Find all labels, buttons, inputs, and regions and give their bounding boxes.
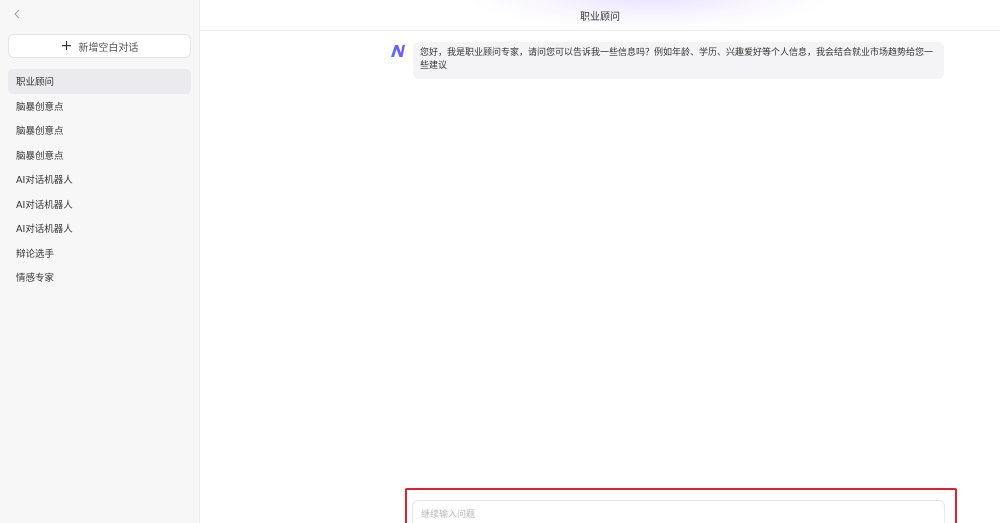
message-text: 您好，我是职业顾问专家，请问您可以告诉我一些信息吗？例如年龄、学历、兴趣爱好等个… xyxy=(413,42,944,79)
conversation-item[interactable]: 职业顾问 xyxy=(8,69,191,94)
conversation-label: 脑暴创意点 xyxy=(16,101,64,113)
conversation-item[interactable]: AI对话机器人 xyxy=(8,167,191,192)
conversation-item[interactable]: 脑暴创意点 xyxy=(8,143,191,168)
conversation-label: 脑暴创意点 xyxy=(16,150,64,162)
app: + 新增空白对话 职业顾问 脑暴创意点 脑暴创意点 脑暴创意点 AI对话机器人 … xyxy=(0,0,1000,523)
conversation-label: 辩论选手 xyxy=(16,248,55,260)
conversation-label: AI对话机器人 xyxy=(16,224,73,236)
conversation-label: 职业顾问 xyxy=(16,77,55,89)
chat-main: 职业顾问 您好，我是职业顾问专家，请问您可以告诉我一些信息吗？例如年龄、学历、兴… xyxy=(200,0,1000,523)
bot-logo-icon xyxy=(391,45,405,57)
conversation-item[interactable]: 脑暴创意点 xyxy=(8,118,191,143)
question-input[interactable] xyxy=(412,500,945,523)
chat-header: 职业顾问 xyxy=(200,0,1000,31)
conversation-item[interactable]: 辩论选手 xyxy=(8,241,191,266)
conversation-label: AI对话机器人 xyxy=(16,175,73,187)
conversation-item[interactable]: AI对话机器人 xyxy=(8,192,191,217)
conversation-label: AI对话机器人 xyxy=(16,199,73,211)
new-chat-button[interactable]: + 新增空白对话 xyxy=(8,34,191,58)
sidebar: + 新增空白对话 职业顾问 脑暴创意点 脑暴创意点 脑暴创意点 AI对话机器人 … xyxy=(0,0,200,523)
conversation-label: 情感专家 xyxy=(16,273,55,285)
conversation-list: 职业顾问 脑暴创意点 脑暴创意点 脑暴创意点 AI对话机器人 AI对话机器人 A… xyxy=(8,69,191,290)
page-title: 职业顾问 xyxy=(580,11,620,23)
conversation-item[interactable]: AI对话机器人 xyxy=(8,216,191,241)
back-button[interactable] xyxy=(9,6,25,22)
conversation-label: 脑暴创意点 xyxy=(16,126,64,138)
bot-message: 您好，我是职业顾问专家，请问您可以告诉我一些信息吗？例如年龄、学历、兴趣爱好等个… xyxy=(390,42,946,79)
conversation-item[interactable]: 情感专家 xyxy=(8,265,191,290)
chevron-left-icon xyxy=(14,9,20,19)
conversation-item[interactable]: 脑暴创意点 xyxy=(8,94,191,119)
new-chat-label: 新增空白对话 xyxy=(78,42,139,54)
plus-icon: + xyxy=(60,38,73,54)
